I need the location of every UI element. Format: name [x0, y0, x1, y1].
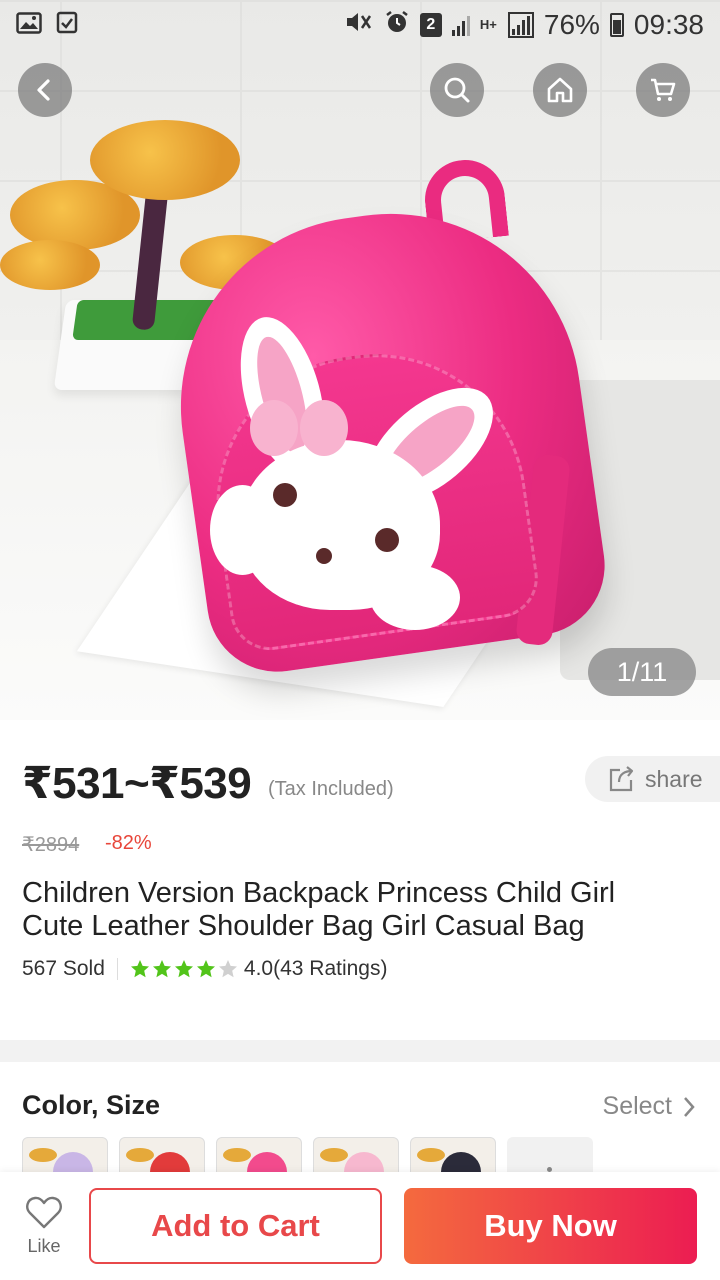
- signal-bars-icon: [507, 12, 534, 38]
- bunny-bow: [250, 400, 350, 460]
- price-range: ₹531~₹539: [22, 759, 252, 808]
- share-button[interactable]: share: [585, 756, 720, 802]
- like-label: Like: [27, 1236, 61, 1256]
- star-filled-icon: [174, 960, 193, 978]
- thumb-plant: [29, 1148, 57, 1162]
- cart-icon: [651, 78, 676, 101]
- status-bar: 2 H+ 76% 09:38: [0, 0, 720, 50]
- clock-time: 09:38: [633, 9, 704, 40]
- discount-badge: -82%: [105, 832, 152, 854]
- rating-text: 4.0(43 Ratings): [243, 957, 388, 980]
- thumb-plant: [417, 1148, 445, 1162]
- color-size-title: Color, Size: [22, 1090, 161, 1120]
- section-divider: [0, 1040, 720, 1062]
- sim-badge: 2: [419, 13, 442, 37]
- star-filled-icon: [152, 960, 171, 978]
- thumb-plant: [223, 1148, 251, 1162]
- battery-percent: 76%: [543, 9, 600, 40]
- thumb-plant: [320, 1148, 348, 1162]
- search-icon: [444, 77, 470, 103]
- star-empty-icon: [218, 960, 237, 978]
- bunny-eye: [375, 528, 399, 552]
- bunny-paw: [370, 565, 460, 630]
- bunny-nose: [316, 548, 332, 564]
- cart-button[interactable]: [636, 63, 690, 117]
- rating-stars: [130, 959, 238, 979]
- gallery-icon: [16, 9, 42, 41]
- star-filled-icon: [196, 960, 215, 978]
- battery-icon: [609, 13, 624, 37]
- home-icon: [547, 77, 573, 103]
- signal-bars-icon: [451, 14, 470, 36]
- buy-now-button[interactable]: Buy Now: [404, 1188, 697, 1264]
- heart-icon: [26, 1196, 62, 1229]
- home-button[interactable]: [533, 63, 587, 117]
- back-button[interactable]: [18, 63, 72, 117]
- plant-foliage: [90, 120, 240, 200]
- product-title: Children Version Backpack Princess Child…: [22, 877, 616, 942]
- back-icon: [37, 79, 50, 101]
- color-size-select[interactable]: Select: [603, 1092, 696, 1121]
- add-to-cart-button[interactable]: Add to Cart: [89, 1188, 382, 1264]
- sold-count: 567 Sold: [22, 957, 105, 980]
- select-label: Select: [602, 1092, 672, 1120]
- share-label: share: [645, 765, 703, 792]
- search-button[interactable]: [430, 63, 484, 117]
- original-price: ₹2894: [22, 834, 80, 856]
- star-filled-icon: [130, 960, 149, 978]
- product-image[interactable]: 1/11: [0, 0, 720, 720]
- like-button[interactable]: Like: [24, 1194, 64, 1257]
- bunny-eye: [273, 483, 297, 507]
- chevron-right-icon: [684, 1096, 695, 1117]
- plant-foliage: [0, 240, 100, 290]
- alarm-icon: [384, 9, 410, 42]
- share-icon: [609, 766, 634, 792]
- bunny-paw: [210, 485, 275, 575]
- network-type: H+: [479, 17, 497, 32]
- thumb-plant: [126, 1148, 154, 1162]
- meta-divider: [116, 958, 118, 980]
- mute-vibrate-icon: [344, 9, 374, 42]
- clipboard-check-icon: [56, 9, 78, 41]
- product-meta: 567 Sold 4.0(43 Ratings): [22, 957, 387, 981]
- tax-note: (Tax Included): [268, 778, 394, 800]
- image-counter: 1/11: [588, 648, 696, 696]
